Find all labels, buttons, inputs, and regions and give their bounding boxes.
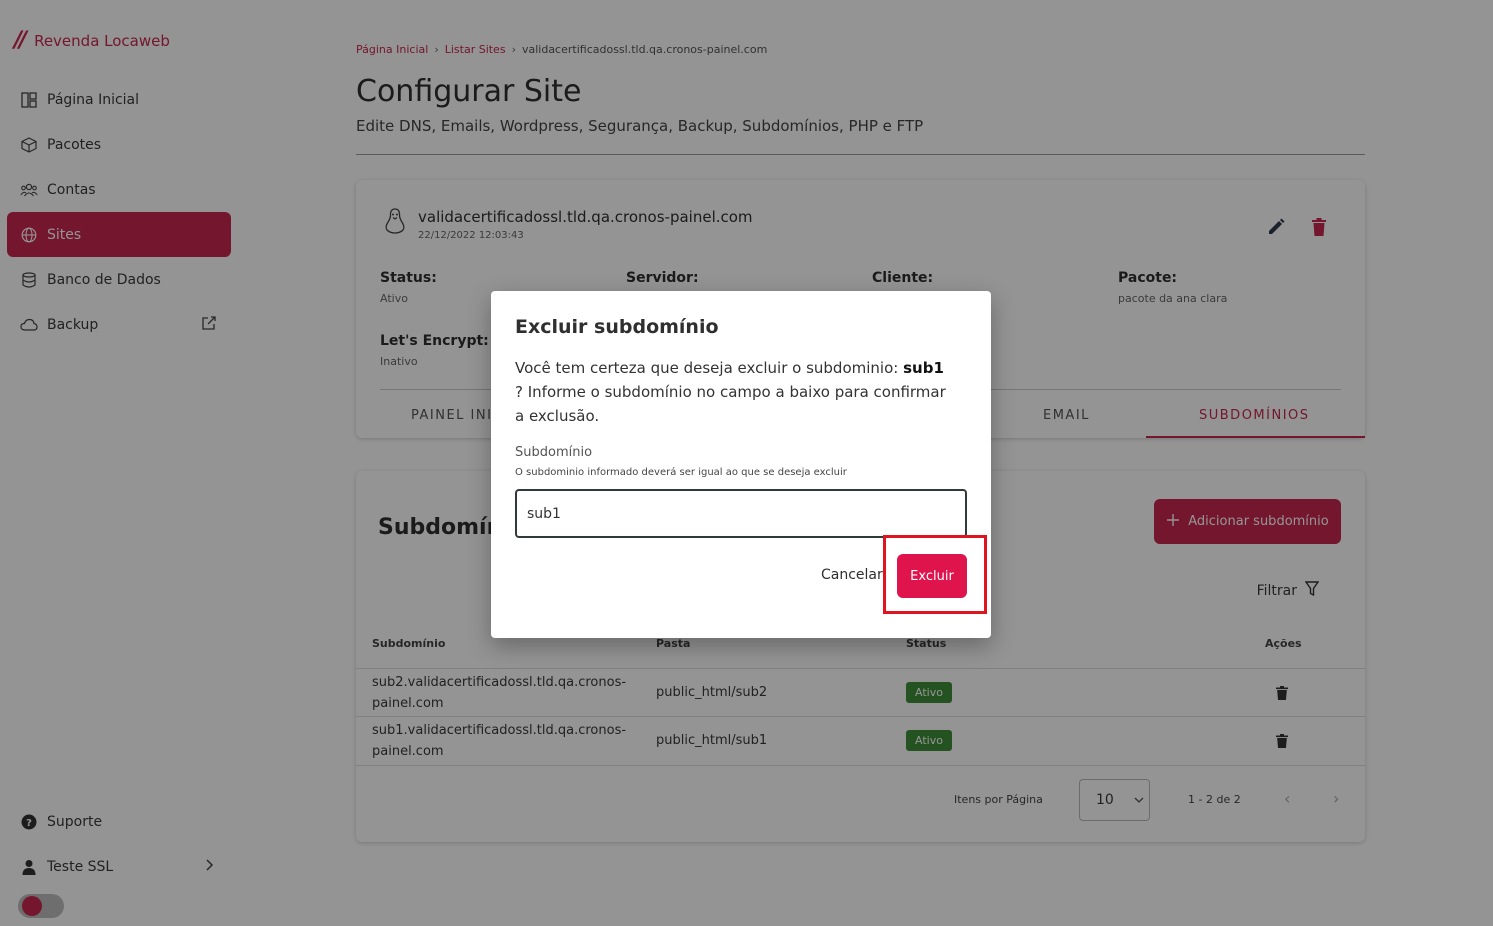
dialog-target: sub1 [903, 359, 944, 377]
dialog-message-prefix: Você tem certeza que deseja excluir o su… [515, 359, 904, 377]
delete-subdomain-dialog: Excluir subdomínio Você tem certeza que … [491, 291, 991, 638]
subdomain-confirm-input[interactable] [515, 489, 967, 538]
dialog-message-suffix: ? Informe o subdomínio no campo a baixo … [515, 383, 946, 425]
dialog-message: Você tem certeza que deseja excluir o su… [515, 356, 955, 428]
confirm-delete-button[interactable]: Excluir [897, 554, 967, 598]
subdomain-field-label: Subdomínio [515, 445, 593, 460]
cancel-button[interactable]: Cancelar [821, 567, 883, 583]
subdomain-field-hint: O subdominio informado deverá ser igual … [515, 467, 847, 478]
dialog-title: Excluir subdomínio [515, 316, 719, 338]
